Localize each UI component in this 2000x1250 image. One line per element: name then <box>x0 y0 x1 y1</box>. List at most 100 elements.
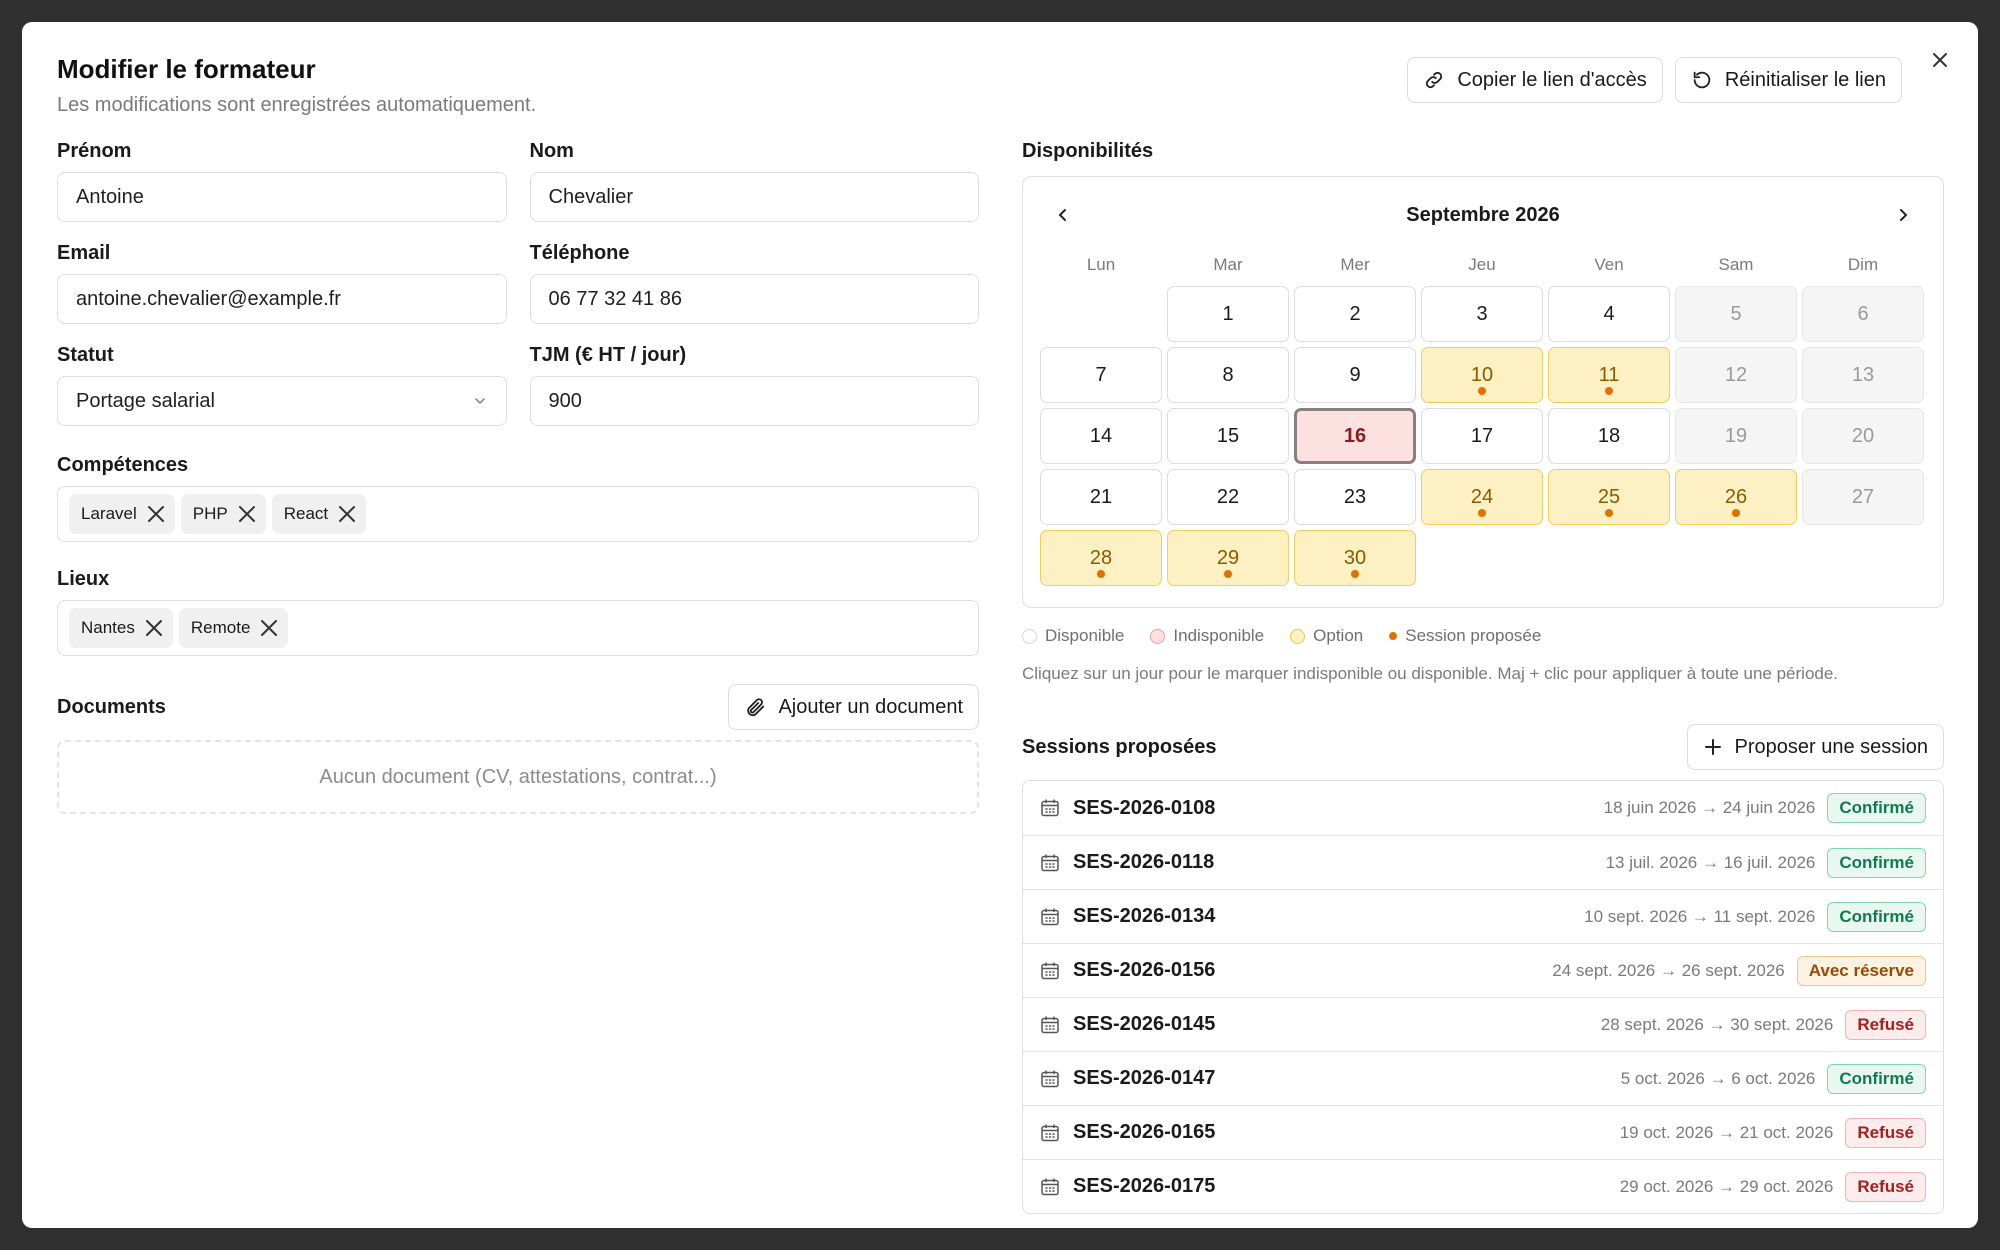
locations-tag-input[interactable]: Nantes Remote <box>57 600 979 656</box>
calendar-day-20[interactable]: 20 <box>1802 408 1924 464</box>
propose-session-label: Proposer une session <box>1734 735 1928 758</box>
calendar-day-23[interactable]: 23 <box>1294 469 1416 525</box>
first-name-input[interactable]: Antoine <box>57 172 507 222</box>
session-row[interactable]: SES-2026-0156 24 sept. 2026 → 26 sept. 20… <box>1023 943 1943 997</box>
day-number: 14 <box>1089 424 1113 447</box>
day-number: 27 <box>1851 485 1875 508</box>
close-icon <box>339 506 356 522</box>
calendar-day-12[interactable]: 12 <box>1675 347 1797 403</box>
session-dates: 28 sept. 2026 → 30 sept. 2026 <box>1600 1014 1834 1034</box>
remove-location-tag-button[interactable] <box>260 619 278 637</box>
copy-access-link-button[interactable]: Copier le lien d'accès <box>1407 57 1663 103</box>
day-number: 15 <box>1216 424 1240 447</box>
calendar-day-10[interactable]: 10 <box>1421 347 1543 403</box>
daily-rate-input[interactable]: 900 <box>529 376 979 426</box>
session-status-badge: Refusé <box>1845 1117 1926 1148</box>
calendar-day-27[interactable]: 27 <box>1802 469 1924 525</box>
skills-tag-input[interactable]: Laravel PHP React <box>57 486 979 542</box>
calendar-day-11[interactable]: 11 <box>1548 347 1670 403</box>
day-number: 5 <box>1730 302 1742 325</box>
day-number: 24 <box>1470 485 1494 508</box>
session-status-badge: Confirmé <box>1827 793 1926 823</box>
skill-tag-label: Laravel <box>81 504 137 523</box>
skill-tag-label: PHP <box>192 504 228 523</box>
day-number: 21 <box>1089 485 1113 508</box>
availability-panel: Disponibilités Septembre 2026 Lun Mar Mer J… <box>1022 140 1944 1214</box>
calendar-day-6[interactable]: 6 <box>1802 286 1924 342</box>
add-document-button[interactable]: Ajouter un document <box>728 684 979 730</box>
remove-location-tag-button[interactable] <box>145 619 163 637</box>
calendar-day-4[interactable]: 4 <box>1548 286 1670 342</box>
remove-skill-tag-button[interactable] <box>238 505 256 523</box>
calendar-day-7[interactable]: 7 <box>1040 347 1162 403</box>
weekday-label: Ven <box>1594 255 1624 274</box>
calendar-day-16[interactable]: 16 <box>1294 408 1416 464</box>
last-name-input[interactable]: Chevalier <box>529 172 979 222</box>
chevron-down-icon <box>474 398 485 405</box>
calendar-day-22[interactable]: 22 <box>1167 469 1289 525</box>
next-month-button[interactable] <box>1885 197 1921 233</box>
propose-session-button[interactable]: Proposer une session <box>1686 724 1944 770</box>
status-select[interactable]: Portage salarial <box>57 376 507 426</box>
calendar-day-26[interactable]: 26 <box>1675 469 1797 525</box>
availability-label: Disponibilités <box>1022 140 1154 162</box>
calendar-day-17[interactable]: 17 <box>1421 408 1543 464</box>
day-number: 28 <box>1089 546 1113 569</box>
calendar-day-15[interactable]: 15 <box>1167 408 1289 464</box>
weekday-label: Dim <box>1847 255 1879 274</box>
calendar-day-19[interactable]: 19 <box>1675 408 1797 464</box>
calendar-day-30[interactable]: 30 <box>1294 530 1416 586</box>
reset-link-button[interactable]: Réinitialiser le lien <box>1674 57 1902 103</box>
calendar-day-5[interactable]: 5 <box>1675 286 1797 342</box>
day-number: 12 <box>1724 363 1748 386</box>
session-code: SES-2026-0165 <box>1073 1121 1216 1143</box>
location-tag-label: Nantes <box>81 618 135 637</box>
day-number: 29 <box>1216 546 1240 569</box>
day-number: 22 <box>1216 485 1240 508</box>
session-row[interactable]: SES-2026-0118 13 juil. 2026 → 16 juil. 20… <box>1023 835 1943 889</box>
legend-option-label: Option <box>1313 626 1364 645</box>
day-number: 23 <box>1343 485 1367 508</box>
session-code: SES-2026-0145 <box>1073 1013 1216 1035</box>
calendar-day-1[interactable]: 1 <box>1167 286 1289 342</box>
calendar-day-28[interactable]: 28 <box>1040 530 1162 586</box>
session-row[interactable]: SES-2026-0108 18 juin 2026 → 24 juin 2026… <box>1023 781 1943 835</box>
calendar-day-9[interactable]: 9 <box>1294 347 1416 403</box>
calendar-day-8[interactable]: 8 <box>1167 347 1289 403</box>
calendar-day-21[interactable]: 21 <box>1040 469 1162 525</box>
session-row[interactable]: SES-2026-0175 29 oct. 2026 → 29 oct. 2026… <box>1023 1159 1943 1213</box>
calendar-day-18[interactable]: 18 <box>1548 408 1670 464</box>
remove-skill-tag-button[interactable] <box>147 505 165 523</box>
legend-unavailable: Indisponible <box>1150 626 1264 646</box>
session-status-badge: Refusé <box>1845 1171 1926 1202</box>
session-dates: 24 sept. 2026 → 26 sept. 2026 <box>1552 960 1785 980</box>
day-number: 11 <box>1598 363 1620 386</box>
trainer-form: Prénom Antoine Nom Chevalier Email antoi… <box>57 140 979 814</box>
calendar-day-25[interactable]: 25 <box>1548 469 1670 525</box>
session-row[interactable]: SES-2026-0147 5 oct. 2026 → 6 oct. 2026 Co… <box>1023 1051 1943 1105</box>
paperclip-icon <box>747 698 765 717</box>
calendar-day-3[interactable]: 3 <box>1421 286 1543 342</box>
calendar-empty-cell <box>1040 286 1162 342</box>
documents-label: Documents <box>57 696 166 718</box>
option-swatch <box>1290 628 1306 644</box>
weekday-label: Mar <box>1213 255 1243 274</box>
calendar-day-24[interactable]: 24 <box>1421 469 1543 525</box>
session-row[interactable]: SES-2026-0145 28 sept. 2026 → 30 sept. 20… <box>1023 997 1943 1051</box>
previous-month-button[interactable] <box>1045 197 1081 233</box>
calendar-day-14[interactable]: 14 <box>1040 408 1162 464</box>
skill-tag: Laravel <box>69 494 175 534</box>
email-input[interactable]: antoine.chevalier@example.fr <box>57 274 507 324</box>
calendar-day-29[interactable]: 29 <box>1167 530 1289 586</box>
add-document-label: Ajouter un document <box>778 695 963 718</box>
day-number: 3 <box>1476 302 1488 325</box>
remove-skill-tag-button[interactable] <box>338 505 356 523</box>
close-icon <box>238 506 255 522</box>
session-row[interactable]: SES-2026-0165 19 oct. 2026 → 21 oct. 2026… <box>1023 1105 1943 1159</box>
phone-input[interactable]: 06 77 32 41 86 <box>529 274 979 324</box>
calendar-day-2[interactable]: 2 <box>1294 286 1416 342</box>
calendar-icon <box>1041 854 1059 871</box>
session-row[interactable]: SES-2026-0134 10 sept. 2026 → 11 sept. 20… <box>1023 889 1943 943</box>
calendar-day-13[interactable]: 13 <box>1802 347 1924 403</box>
close-button[interactable] <box>1924 44 1956 76</box>
